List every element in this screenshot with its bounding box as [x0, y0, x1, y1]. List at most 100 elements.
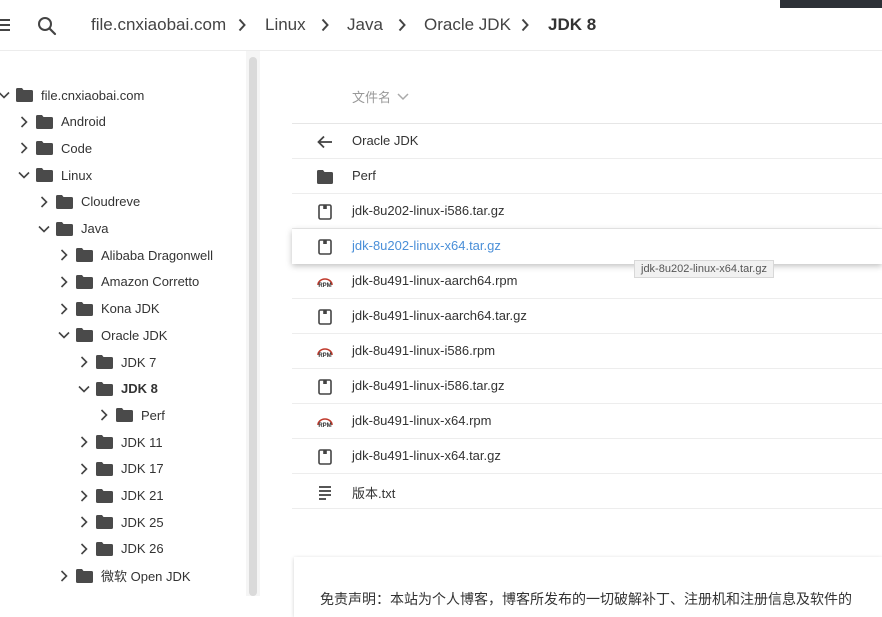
tree-item[interactable]: Alibaba Dragonwell — [56, 242, 213, 268]
folder-icon — [76, 301, 93, 316]
file-name[interactable]: jdk-8u491-linux-x64.tar.gz — [352, 448, 501, 463]
chevron-right-icon[interactable] — [76, 354, 92, 370]
file-row[interactable]: RPM jdk-8u491-linux-aarch64.rpm — [292, 264, 882, 299]
file-row[interactable]: jdk-8u202-linux-x64.tar.gz — [292, 229, 882, 264]
chevron-right-icon — [398, 18, 406, 32]
breadcrumb-item[interactable]: file.cnxiaobai.com — [91, 15, 226, 35]
chevron-down-icon[interactable] — [0, 87, 12, 103]
sidebar-scrollbar[interactable] — [246, 51, 260, 596]
chevron-down-icon[interactable] — [16, 167, 32, 183]
tree-item[interactable]: Kona JDK — [56, 296, 160, 322]
tree-item[interactable]: Oracle JDK — [56, 322, 167, 348]
file-icon — [318, 239, 332, 255]
chevron-right-icon[interactable] — [56, 301, 72, 317]
chevron-right-icon — [238, 18, 246, 32]
file-list-panel: 文件名 Oracle JDK Perf jdk-8u202-linux-i586.t… — [260, 51, 882, 617]
tree-item[interactable]: JDK 17 — [76, 456, 164, 482]
svg-text:RPM: RPM — [318, 353, 331, 359]
folder-icon — [96, 435, 113, 450]
tree-item[interactable]: Linux — [16, 162, 92, 188]
file-row[interactable]: Perf — [292, 159, 882, 194]
tree-item[interactable]: JDK 21 — [76, 483, 164, 509]
file-name[interactable]: jdk-8u202-linux-x64.tar.gz — [352, 238, 501, 253]
chevron-right-icon[interactable] — [76, 488, 92, 504]
file-row[interactable]: RPM jdk-8u491-linux-i586.rpm — [292, 334, 882, 369]
chevron-right-icon[interactable] — [76, 514, 92, 530]
tree-item[interactable]: JDK 26 — [76, 536, 164, 562]
tree-item[interactable]: JDK 11 — [76, 429, 163, 455]
search-icon[interactable] — [37, 16, 57, 36]
chevron-right-icon[interactable] — [16, 114, 32, 130]
tree-item-label: Oracle JDK — [101, 327, 168, 343]
chevron-right-icon[interactable] — [56, 274, 72, 290]
tree-item[interactable]: Android — [16, 109, 106, 135]
tree-item[interactable]: JDK 7 — [76, 349, 156, 375]
file-name[interactable]: jdk-8u202-linux-i586.tar.gz — [352, 203, 504, 218]
file-row[interactable]: jdk-8u202-linux-i586.tar.gz — [292, 194, 882, 229]
tree-item[interactable]: JDK 25 — [76, 509, 164, 535]
chevron-right-icon[interactable] — [56, 247, 72, 263]
scrollbar-thumb[interactable] — [249, 57, 257, 596]
file-row[interactable]: jdk-8u491-linux-i586.tar.gz — [292, 369, 882, 404]
tree-item-label: Perf — [141, 407, 165, 423]
breadcrumb-item[interactable]: Linux — [265, 15, 306, 35]
file-row[interactable]: jdk-8u491-linux-aarch64.tar.gz — [292, 299, 882, 334]
file-name[interactable]: jdk-8u491-linux-aarch64.rpm — [352, 273, 517, 288]
tree-item[interactable]: Amazon Corretto — [56, 269, 199, 295]
back-arrow-icon — [317, 135, 332, 149]
file-row[interactable]: Oracle JDK — [292, 124, 882, 159]
chevron-right-icon — [521, 18, 529, 32]
tree-item[interactable]: Cloudreve — [36, 189, 140, 215]
file-row[interactable]: RPM jdk-8u491-linux-x64.rpm — [292, 404, 882, 439]
column-header-filename[interactable]: 文件名 — [352, 87, 409, 106]
svg-text:RPM: RPM — [318, 423, 331, 429]
text-file-icon — [319, 486, 331, 500]
disclaimer-text: 免责声明：本站为个人博客，博客所发布的一切破解补丁、注册机和注册信息及软件的 — [320, 591, 852, 607]
folder-icon — [76, 248, 93, 263]
folder-icon — [96, 488, 113, 503]
tree-item[interactable]: Java — [36, 216, 108, 242]
file-name[interactable]: jdk-8u491-linux-i586.tar.gz — [352, 378, 504, 393]
tree-item-label: Alibaba Dragonwell — [101, 247, 214, 263]
tree-item[interactable]: Code — [16, 135, 92, 161]
chevron-down-icon[interactable] — [36, 221, 52, 237]
chevron-down-icon[interactable] — [76, 381, 92, 397]
chevron-right-icon[interactable] — [56, 568, 72, 584]
chevron-right-icon[interactable] — [96, 407, 112, 423]
chevron-right-icon[interactable] — [76, 434, 92, 450]
folder-icon — [96, 461, 113, 476]
folder-icon — [56, 221, 73, 236]
file-row[interactable]: 版本.txt — [292, 474, 882, 509]
folder-icon — [96, 541, 113, 556]
file-name[interactable]: jdk-8u491-linux-i586.rpm — [352, 343, 495, 358]
file-name[interactable]: jdk-8u491-linux-aarch64.tar.gz — [352, 308, 527, 323]
folder-icon — [96, 355, 113, 369]
folder-icon — [36, 141, 53, 156]
svg-text:RPM: RPM — [318, 283, 331, 289]
window-edge — [780, 0, 882, 8]
breadcrumb-item[interactable]: JDK 8 — [548, 15, 596, 35]
breadcrumb-item[interactable]: Oracle JDK — [424, 15, 511, 35]
file-name[interactable]: jdk-8u491-linux-x64.rpm — [352, 413, 491, 428]
tree-item[interactable]: Perf — [96, 402, 165, 428]
file-name[interactable]: Perf — [352, 168, 376, 183]
tree-item[interactable]: JDK 8 — [76, 376, 158, 402]
tree-item[interactable]: 微软 Open JDK — [56, 563, 191, 589]
chevron-right-icon[interactable] — [76, 541, 92, 557]
chevron-right-icon[interactable] — [16, 140, 32, 156]
file-name[interactable]: 版本.txt — [352, 483, 395, 502]
tree-item[interactable]: file.cnxiaobai.com — [0, 82, 144, 108]
file-name[interactable]: Oracle JDK — [352, 133, 418, 148]
chevron-down-icon[interactable] — [56, 327, 72, 343]
tree-item-label: Kona JDK — [101, 301, 160, 317]
menu-icon[interactable] — [0, 16, 10, 34]
file-icon — [318, 204, 332, 220]
file-icon — [318, 449, 332, 465]
breadcrumb-item[interactable]: Java — [347, 15, 383, 35]
chevron-right-icon[interactable] — [76, 461, 92, 477]
file-row[interactable]: jdk-8u491-linux-x64.tar.gz — [292, 439, 882, 474]
folder-icon — [36, 168, 53, 183]
chevron-right-icon[interactable] — [36, 194, 52, 210]
chevron-right-icon — [321, 18, 329, 32]
folder-icon — [56, 194, 73, 209]
